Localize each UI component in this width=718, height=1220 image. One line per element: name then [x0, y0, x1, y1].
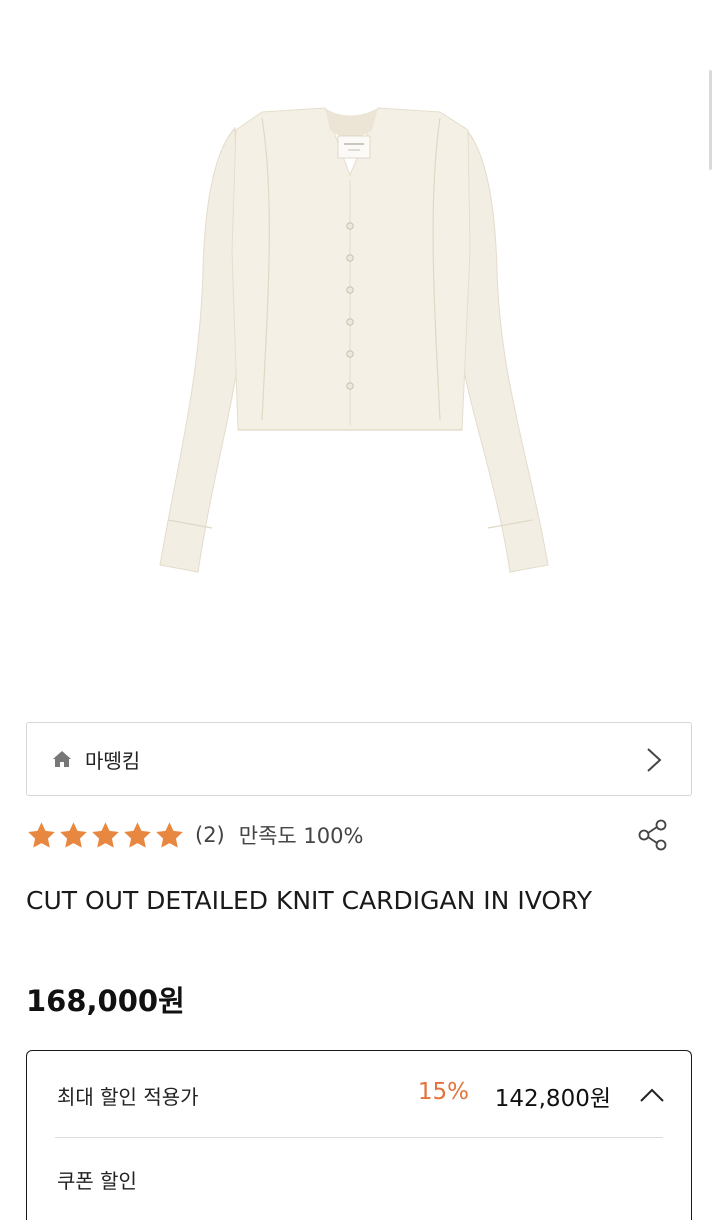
- brand-link[interactable]: 마뗑킴: [26, 722, 692, 796]
- star-icon: [156, 821, 183, 848]
- review-count[interactable]: (2): [195, 823, 225, 847]
- product-title: CUT OUT DETAILED KNIT CARDIGAN IN IVORY: [26, 886, 593, 915]
- max-discount-label: 최대 할인 적용가: [57, 1085, 199, 1109]
- star-icon: [28, 821, 55, 848]
- rating-row: (2) 만족도 100%: [26, 812, 692, 858]
- satisfaction-rate: 만족도 100%: [238, 824, 364, 848]
- share-icon[interactable]: [636, 818, 670, 852]
- star-icon: [92, 821, 119, 848]
- star-icon: [124, 821, 151, 848]
- discount-rate: 15%: [417, 1079, 469, 1105]
- cardigan-illustration: [159, 107, 549, 573]
- star-rating: [26, 820, 185, 851]
- product-price: 168,000원: [26, 984, 185, 1018]
- scrollbar-thumb[interactable]: [709, 70, 712, 170]
- product-image[interactable]: [0, 0, 718, 700]
- star-icon: [60, 821, 87, 848]
- discount-panel: 최대 할인 적용가 15% 142,800원 쿠폰 할인: [26, 1050, 692, 1220]
- chevron-up-icon[interactable]: [639, 1087, 665, 1103]
- chevron-right-icon: [647, 748, 662, 772]
- home-icon: [53, 751, 71, 767]
- divider: [55, 1137, 663, 1138]
- brand-name: 마뗑킴: [85, 748, 141, 773]
- discount-price: 142,800원: [494, 1086, 611, 1112]
- coupon-discount-label: 쿠폰 할인: [57, 1169, 137, 1193]
